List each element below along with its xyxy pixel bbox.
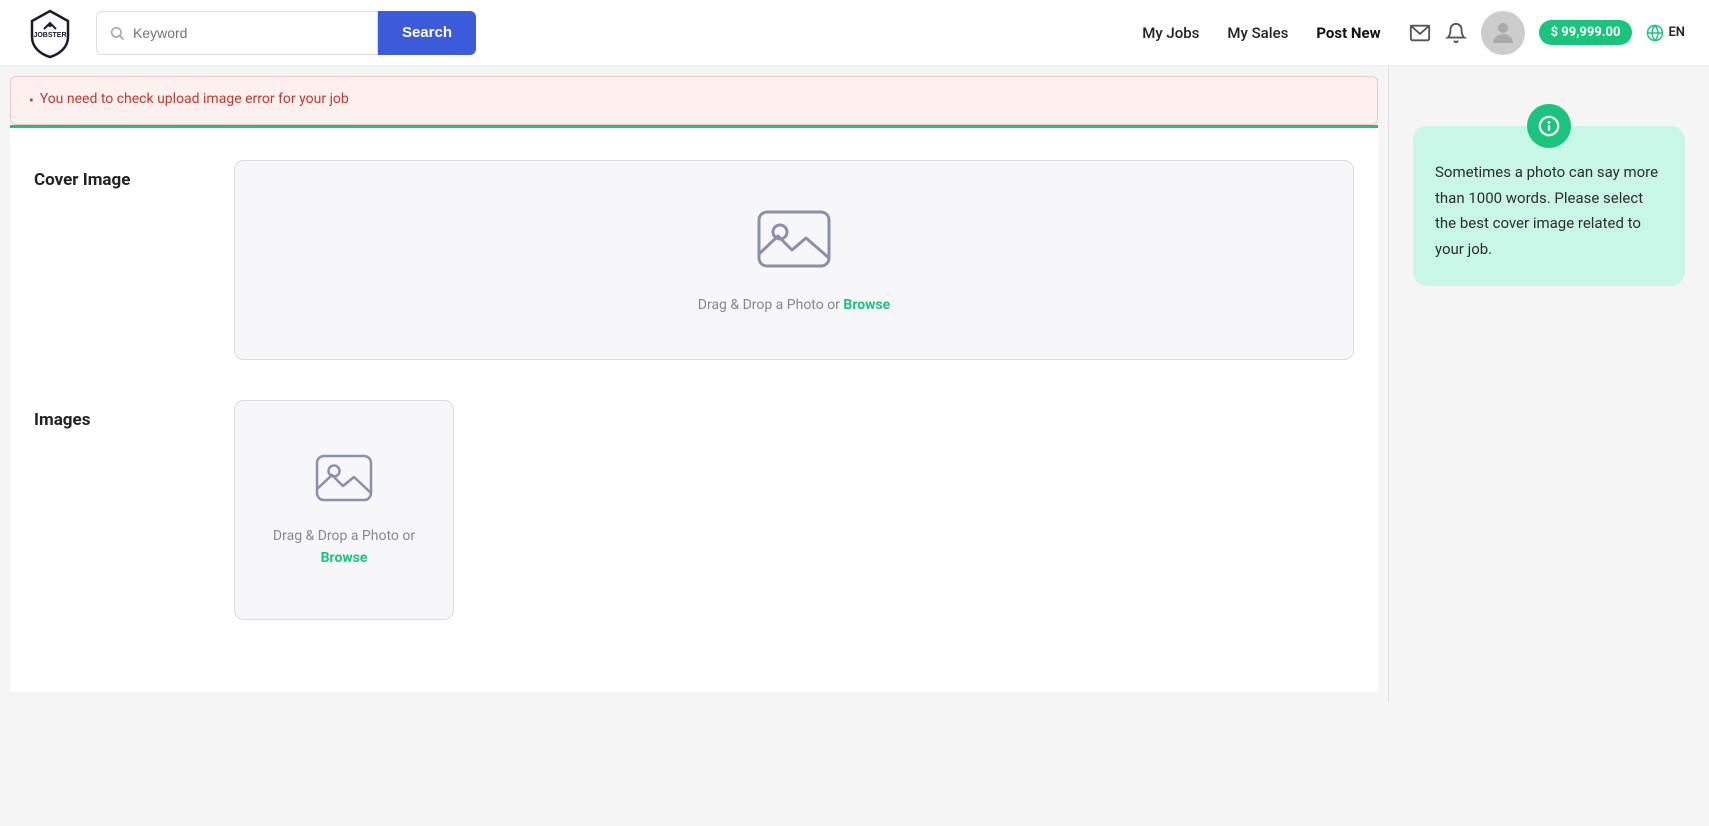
- tooltip-card: Sometimes a photo can say more than 1000…: [1413, 126, 1685, 286]
- error-bullet: •: [29, 91, 34, 112]
- page-layout: • You need to check upload image error f…: [0, 66, 1709, 702]
- my-jobs-link[interactable]: My Jobs: [1142, 24, 1199, 42]
- balance-badge: $ 99,999.00: [1539, 20, 1633, 45]
- notifications-button[interactable]: [1445, 22, 1467, 44]
- bell-icon: [1445, 22, 1467, 44]
- my-sales-link[interactable]: My Sales: [1227, 24, 1288, 42]
- cover-image-browse-link[interactable]: Browse: [843, 297, 890, 313]
- header-icons: $ 99,999.00 EN: [1409, 11, 1685, 55]
- tooltip-icon: [1527, 104, 1571, 148]
- search-button[interactable]: Search: [378, 11, 476, 55]
- form-section: Cover Image Drag & Drop a Photo or Brows…: [10, 125, 1378, 692]
- main-header: JOBSTER Search My Jobs My Sales Post New: [0, 0, 1709, 66]
- search-icon: [109, 25, 125, 41]
- cover-image-row: Cover Image Drag & Drop a Photo or Brows…: [34, 160, 1354, 360]
- search-area: Search: [96, 11, 476, 55]
- cover-image-dropzone[interactable]: Drag & Drop a Photo or Browse: [234, 160, 1354, 360]
- error-banner: • You need to check upload image error f…: [10, 76, 1378, 125]
- svg-text:JOBSTER: JOBSTER: [33, 32, 66, 39]
- sidebar: Sometimes a photo can say more than 1000…: [1389, 66, 1709, 702]
- main-content: • You need to check upload image error f…: [0, 66, 1388, 702]
- search-input-wrapper: [96, 11, 378, 55]
- images-dropzone-icon: [314, 451, 374, 509]
- avatar-icon: [1488, 18, 1518, 48]
- globe-icon: [1646, 24, 1664, 42]
- language-selector[interactable]: EN: [1646, 24, 1685, 42]
- cover-image-label: Cover Image: [34, 160, 234, 190]
- logo[interactable]: JOBSTER: [24, 7, 76, 59]
- tooltip-text: Sometimes a photo can say more than 1000…: [1435, 160, 1663, 262]
- post-new-link[interactable]: Post New: [1316, 24, 1380, 42]
- images-row: Images Drag & Drop a Photo or Browse: [34, 400, 1354, 620]
- envelope-icon: [1409, 22, 1431, 44]
- cover-image-dropzone-text: Drag & Drop a Photo or Browse: [698, 294, 890, 316]
- messages-button[interactable]: [1409, 22, 1431, 44]
- images-dropzone[interactable]: Drag & Drop a Photo or Browse: [234, 400, 454, 620]
- error-item: • You need to check upload image error f…: [29, 89, 1359, 112]
- header-nav: My Jobs My Sales Post New $ 99,999.00: [1142, 11, 1685, 55]
- images-browse-link[interactable]: Browse: [321, 550, 368, 566]
- language-label: EN: [1668, 25, 1685, 40]
- cover-image-dropzone-icon: [754, 204, 834, 278]
- images-label: Images: [34, 400, 234, 430]
- search-input[interactable]: [133, 25, 365, 41]
- avatar[interactable]: [1481, 11, 1525, 55]
- images-dropzone-text: Drag & Drop a Photo or Browse: [273, 525, 415, 570]
- error-message: You need to check upload image error for…: [40, 89, 349, 110]
